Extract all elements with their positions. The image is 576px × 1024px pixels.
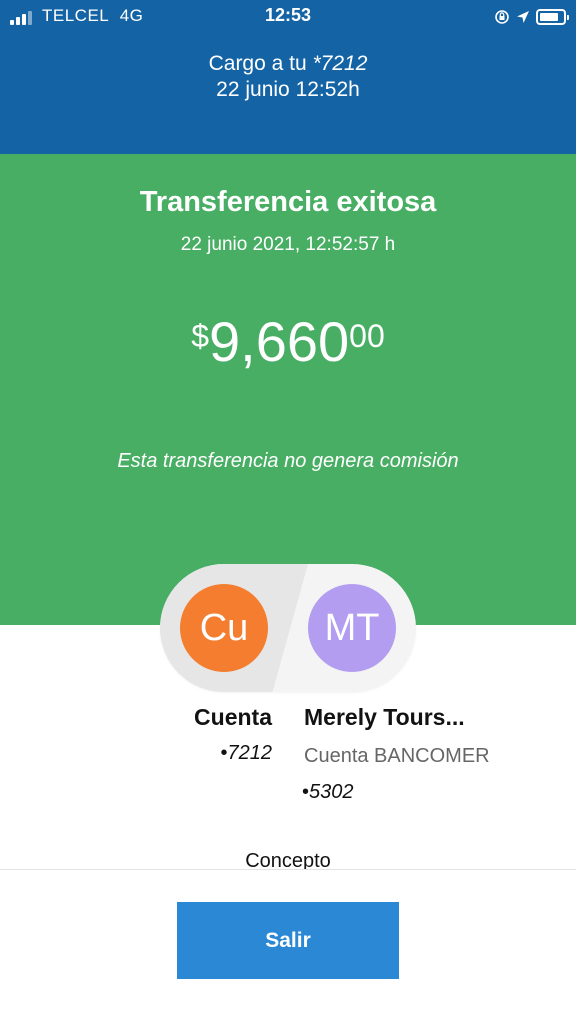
amount-decimals: 00: [349, 318, 385, 354]
status-icons: [494, 7, 569, 27]
charge-date: 22 junio 12:52h: [216, 78, 360, 101]
concept-label: Concepto: [245, 850, 331, 869]
commission-note: Esta transferencia no genera comisión: [117, 450, 459, 472]
to-bank-name: Cuenta BANCOMER: [304, 745, 490, 767]
status-bar: TELCEL 4G 12:53: [0, 0, 576, 34]
charge-account-line: Cargo a tu *7212: [0, 52, 576, 76]
amount-currency: $: [191, 318, 210, 354]
to-account-bullet: •: [302, 781, 310, 803]
success-title: Transferencia exitosa: [139, 186, 437, 218]
to-account-number: •5302: [302, 781, 354, 804]
charge-prefix: Cargo a tu: [208, 52, 313, 75]
orientation-lock-icon: [495, 10, 509, 24]
to-account-name: Merely Tours...: [304, 704, 465, 730]
from-account-number: •7212: [130, 742, 272, 765]
footer-bar: Salir: [0, 869, 576, 1024]
from-account-digits: 7212: [227, 742, 273, 764]
battery-icon: [536, 9, 569, 25]
participants-pill: Cu MT: [160, 564, 416, 692]
status-time: 12:53: [264, 5, 312, 25]
amount-integer: 9,660: [209, 310, 350, 373]
location-arrow-icon: [517, 11, 529, 23]
from-account-bullet: •: [220, 742, 228, 764]
top-header: TELCEL 4G 12:53 Cargo a tu *7212 22 juni…: [0, 0, 576, 154]
to-avatar: MT: [308, 584, 396, 672]
from-avatar: Cu: [180, 584, 268, 672]
success-panel: Transferencia exitosa 22 junio 2021, 12:…: [0, 154, 576, 625]
exit-button[interactable]: Salir: [177, 902, 399, 979]
transfer-amount: $9,66000: [0, 314, 576, 370]
transfer-datetime: 22 junio 2021, 12:52:57 h: [180, 234, 396, 255]
charge-account: *7212: [312, 52, 368, 75]
from-account-name: Cuenta: [194, 704, 272, 730]
to-account-digits: 5302: [309, 781, 354, 803]
